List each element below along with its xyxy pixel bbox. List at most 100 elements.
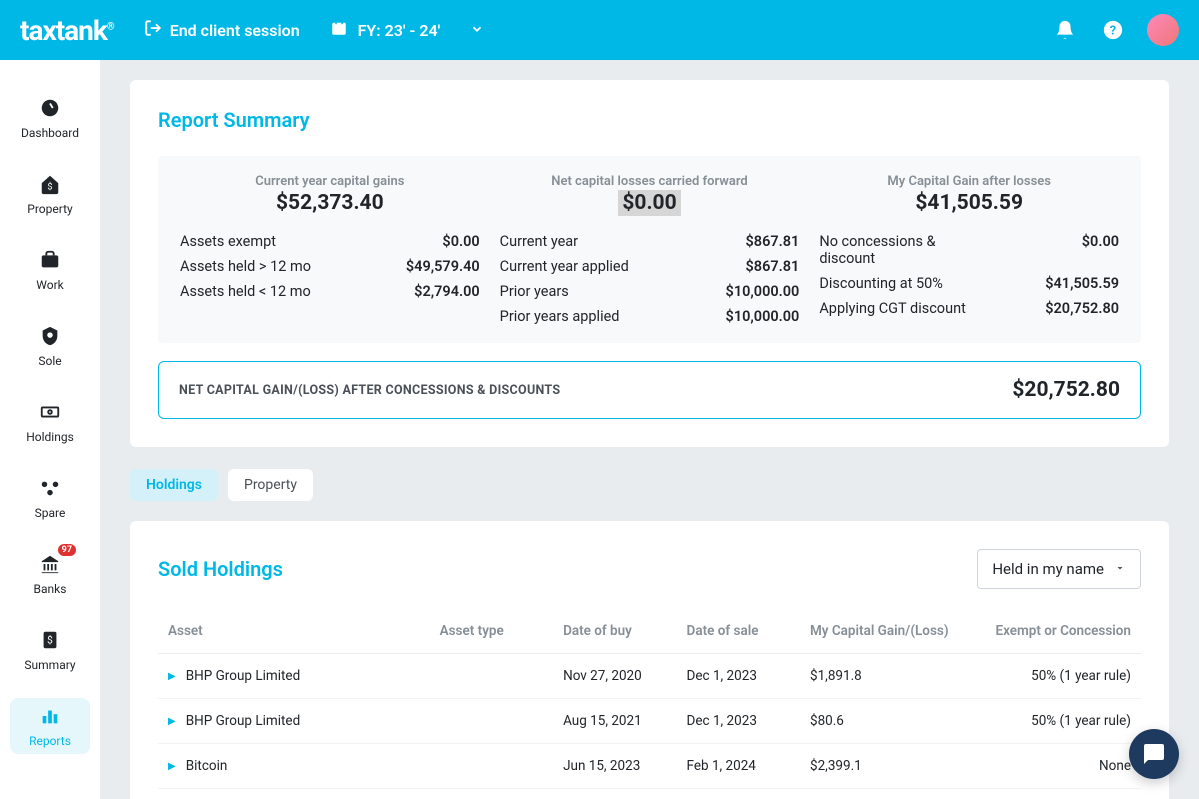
table-row[interactable]: ▶BHP Group Limited Aug 15, 2021 Dec 1, 2… bbox=[158, 699, 1141, 744]
summary-row-label: Assets exempt bbox=[180, 233, 276, 250]
sidebar-item-label: Spare bbox=[35, 506, 66, 520]
calendar-icon bbox=[330, 19, 348, 41]
tabs: Holdings Property bbox=[130, 469, 1169, 501]
table-header-row: Asset Asset type Date of buy Date of sal… bbox=[158, 609, 1141, 654]
top-bar: taxtank® End client session FY: 23' - 24… bbox=[0, 0, 1199, 60]
sidebar-item-summary[interactable]: $ Summary bbox=[10, 622, 90, 678]
sidebar-item-label: Sole bbox=[38, 354, 61, 368]
sidebar-item-spare[interactable]: Spare bbox=[10, 470, 90, 526]
asset-cell: ▶BHP Group Limited bbox=[168, 713, 440, 729]
summary-head-value: $0.00 bbox=[500, 191, 800, 215]
summary-row-value: $0.00 bbox=[1082, 233, 1119, 267]
sidebar-item-label: Banks bbox=[34, 582, 67, 596]
filter-label: Held in my name bbox=[992, 560, 1104, 578]
th-sale: Date of sale bbox=[687, 623, 810, 639]
sold-holdings-title: Sold Holdings bbox=[158, 557, 283, 581]
sold-holdings-card: Sold Holdings Held in my name Asset Asse… bbox=[130, 521, 1169, 799]
summary-row-value: $867.81 bbox=[746, 233, 800, 250]
holdings-table: Asset Asset type Date of buy Date of sal… bbox=[158, 609, 1141, 789]
cell-exempt: 50% (1 year rule) bbox=[970, 668, 1131, 684]
banks-badge: 97 bbox=[58, 544, 76, 556]
report-summary-title: Report Summary bbox=[158, 108, 1141, 132]
cell-exempt: 50% (1 year rule) bbox=[970, 713, 1131, 729]
summary-row-label: Prior years applied bbox=[500, 308, 620, 325]
summary-col-after-losses: My Capital Gain after losses $41,505.59 … bbox=[809, 174, 1129, 329]
cell-gain: $2,399.1 bbox=[810, 758, 971, 774]
caret-down-icon bbox=[1114, 560, 1126, 578]
sidebar-item-dashboard[interactable]: Dashboard bbox=[10, 90, 90, 146]
summary-row-value: $41,505.59 bbox=[1045, 275, 1119, 292]
end-session-label: End client session bbox=[170, 21, 300, 40]
th-type: Asset type bbox=[440, 623, 563, 639]
expand-icon[interactable]: ▶ bbox=[168, 671, 176, 682]
asset-cell: ▶Bitcoin bbox=[168, 758, 440, 774]
summary-row-label: No concessions & discount bbox=[819, 233, 989, 267]
cell-sale: Dec 1, 2023 bbox=[687, 713, 810, 729]
expand-icon[interactable]: ▶ bbox=[168, 761, 176, 772]
summary-row-label: Current year bbox=[500, 233, 578, 250]
notifications-button[interactable] bbox=[1051, 16, 1079, 44]
tab-property[interactable]: Property bbox=[228, 469, 313, 501]
sidebar-item-label: Summary bbox=[24, 658, 75, 672]
summary-head-value: $41,505.59 bbox=[819, 191, 1119, 215]
held-filter-dropdown[interactable]: Held in my name bbox=[977, 549, 1141, 589]
report-summary-card: Report Summary Current year capital gain… bbox=[130, 80, 1169, 447]
summary-row-label: Assets held > 12 mo bbox=[180, 258, 311, 275]
expand-icon[interactable]: ▶ bbox=[168, 716, 176, 727]
user-avatar[interactable] bbox=[1147, 14, 1179, 46]
sidebar-item-holdings[interactable]: Holdings bbox=[10, 394, 90, 450]
document-dollar-icon: $ bbox=[38, 628, 62, 652]
sidebar-item-banks[interactable]: 97 Banks bbox=[10, 546, 90, 602]
summary-row-value: $49,579.40 bbox=[406, 258, 480, 275]
cell-buy: Nov 27, 2020 bbox=[563, 668, 686, 684]
house-icon: $ bbox=[38, 172, 62, 196]
summary-col-losses: Net capital losses carried forward $0.00… bbox=[490, 174, 810, 329]
sidebar-item-sole[interactable]: Sole bbox=[10, 318, 90, 374]
cell-gain: $1,891.8 bbox=[810, 668, 971, 684]
sidebar-item-work[interactable]: Work bbox=[10, 242, 90, 298]
summary-head-label: My Capital Gain after losses bbox=[819, 174, 1119, 189]
table-row[interactable]: ▶Bitcoin Jun 15, 2023 Feb 1, 2024 $2,399… bbox=[158, 744, 1141, 789]
shield-icon bbox=[38, 324, 62, 348]
nodes-icon bbox=[38, 476, 62, 500]
content-area: Report Summary Current year capital gain… bbox=[100, 60, 1199, 799]
th-exempt: Exempt or Concession bbox=[970, 623, 1131, 639]
summary-head-value: $52,373.40 bbox=[180, 191, 480, 215]
tab-holdings[interactable]: Holdings bbox=[130, 469, 218, 501]
net-capital-gain-bar: NET CAPITAL GAIN/(LOSS) AFTER CONCESSION… bbox=[158, 361, 1141, 419]
fiscal-year-selector[interactable]: FY: 23' - 24' bbox=[330, 19, 485, 41]
logo: taxtank® bbox=[20, 14, 114, 47]
summary-row-label: Discounting at 50% bbox=[819, 275, 943, 292]
net-label: NET CAPITAL GAIN/(LOSS) AFTER CONCESSION… bbox=[179, 383, 560, 398]
sidebar-item-label: Holdings bbox=[26, 430, 74, 444]
summary-row-label: Applying CGT discount bbox=[819, 300, 965, 317]
asset-cell: ▶BHP Group Limited bbox=[168, 668, 440, 684]
cell-gain: $80.6 bbox=[810, 713, 971, 729]
cell-sale: Dec 1, 2023 bbox=[687, 668, 810, 684]
cell-sale: Feb 1, 2024 bbox=[687, 758, 810, 774]
summary-grid: Current year capital gains $52,373.40 As… bbox=[158, 156, 1141, 343]
th-buy: Date of buy bbox=[563, 623, 686, 639]
cash-icon bbox=[38, 400, 62, 424]
th-asset: Asset bbox=[168, 623, 440, 639]
summary-row-value: $10,000.00 bbox=[726, 308, 800, 325]
summary-row-value: $10,000.00 bbox=[726, 283, 800, 300]
chart-icon bbox=[38, 704, 62, 728]
summary-row-label: Prior years bbox=[500, 283, 569, 300]
briefcase-icon bbox=[38, 248, 62, 272]
sidebar-item-label: Work bbox=[36, 278, 63, 292]
net-value: $20,752.80 bbox=[1012, 378, 1120, 402]
chat-icon bbox=[1142, 742, 1166, 766]
sidebar: Dashboard $ Property Work Sole Holdings … bbox=[0, 60, 100, 799]
sidebar-item-property[interactable]: $ Property bbox=[10, 166, 90, 222]
sidebar-item-reports[interactable]: Reports bbox=[10, 698, 90, 754]
svg-text:$: $ bbox=[47, 634, 53, 647]
end-client-session-button[interactable]: End client session bbox=[144, 19, 300, 41]
summary-col-gains: Current year capital gains $52,373.40 As… bbox=[170, 174, 490, 329]
chat-widget-button[interactable] bbox=[1129, 729, 1179, 779]
table-row[interactable]: ▶BHP Group Limited Nov 27, 2020 Dec 1, 2… bbox=[158, 654, 1141, 699]
svg-text:$: $ bbox=[47, 182, 52, 193]
cell-buy: Aug 15, 2021 bbox=[563, 713, 686, 729]
help-button[interactable]: ? bbox=[1099, 16, 1127, 44]
sidebar-item-label: Reports bbox=[29, 734, 71, 748]
